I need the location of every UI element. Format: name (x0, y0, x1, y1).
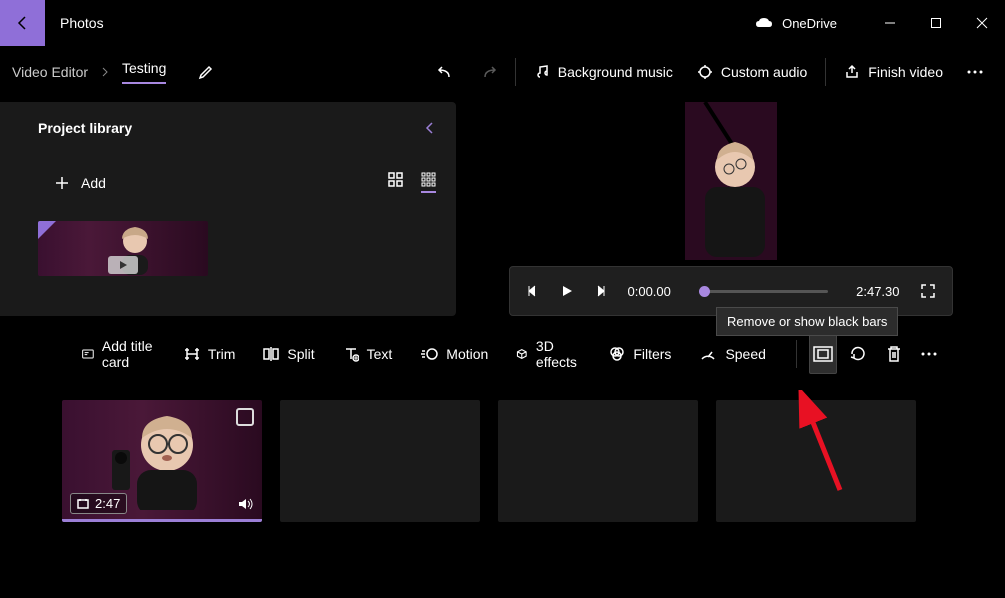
music-icon (534, 64, 550, 80)
breadcrumb: Video Editor Testing (12, 60, 214, 84)
title-card-icon (82, 347, 94, 361)
storyboard-empty-slot[interactable] (280, 400, 480, 522)
custom-audio-button[interactable]: Custom audio (687, 56, 817, 88)
onedrive-label: OneDrive (782, 16, 837, 31)
library-clip[interactable] (38, 221, 208, 276)
effects-label: 3D effects (536, 338, 581, 370)
minimize-button[interactable] (867, 0, 913, 46)
project-library-panel: Project library Add (0, 102, 456, 316)
current-time: 0:00.00 (628, 284, 671, 299)
rotate-icon (849, 345, 867, 363)
motion-icon (420, 347, 438, 361)
play-button[interactable] (560, 284, 574, 298)
speed-icon (699, 347, 717, 361)
crop-icon (813, 346, 833, 362)
filters-icon (609, 346, 625, 362)
breadcrumb-project[interactable]: Testing (122, 60, 166, 84)
progress-bar[interactable] (699, 290, 828, 293)
background-music-button[interactable]: Background music (524, 56, 683, 88)
delete-button[interactable] (880, 334, 907, 374)
audio-icon (697, 64, 713, 80)
storyboard-more-button[interactable] (916, 334, 943, 374)
bg-music-label: Background music (558, 64, 673, 80)
fullscreen-button[interactable] (920, 283, 936, 299)
trim-button[interactable]: Trim (174, 338, 245, 370)
finish-label: Finish video (868, 64, 943, 80)
storyboard-empty-slot[interactable] (498, 400, 698, 522)
split-label: Split (287, 346, 314, 362)
text-button[interactable]: Text (333, 338, 403, 370)
3d-icon (516, 346, 528, 362)
custom-audio-label: Custom audio (721, 64, 807, 80)
trim-icon (184, 346, 200, 362)
trash-icon (886, 345, 902, 363)
clip-select-checkbox[interactable] (236, 408, 254, 426)
view-large-button[interactable] (388, 172, 403, 193)
add-media-button[interactable]: Add (38, 175, 106, 191)
3d-effects-button[interactable]: 3D effects (506, 330, 591, 378)
next-frame-button[interactable] (594, 284, 608, 298)
prev-frame-button[interactable] (526, 284, 540, 298)
video-preview[interactable] (593, 102, 869, 260)
split-button[interactable]: Split (253, 338, 324, 370)
finish-video-button[interactable]: Finish video (834, 56, 953, 88)
clip-audio-icon (238, 497, 254, 511)
library-title: Project library (38, 120, 132, 136)
cloud-icon (754, 16, 774, 30)
duration-icon (77, 498, 89, 510)
chevron-right-icon (100, 67, 110, 77)
rotate-button[interactable] (845, 334, 872, 374)
video-corner-badge (38, 221, 56, 239)
trim-label: Trim (208, 346, 235, 362)
motion-button[interactable]: Motion (410, 338, 498, 370)
play-icon (108, 256, 138, 274)
total-time: 2:47.30 (856, 284, 899, 299)
add-label: Add (81, 175, 106, 191)
tooltip: Remove or show black bars (716, 307, 898, 336)
storyboard-empty-slot[interactable] (716, 400, 916, 522)
text-label: Text (367, 346, 393, 362)
filters-button[interactable]: Filters (599, 338, 681, 370)
more-button[interactable] (957, 62, 993, 82)
motion-label: Motion (446, 346, 488, 362)
redo-button (469, 55, 507, 89)
speed-label: Speed (725, 346, 765, 362)
storyboard-clip[interactable]: 2:47 (62, 400, 262, 522)
maximize-button[interactable] (913, 0, 959, 46)
app-title: Photos (45, 15, 104, 31)
export-icon (844, 64, 860, 80)
black-bars-button[interactable] (809, 334, 837, 374)
breadcrumb-root[interactable]: Video Editor (12, 64, 88, 80)
collapse-library-button[interactable] (424, 121, 436, 135)
speed-button[interactable]: Speed (689, 338, 775, 370)
preview-image (685, 102, 777, 260)
filters-label: Filters (633, 346, 671, 362)
back-button[interactable] (0, 0, 45, 46)
rename-button[interactable] (198, 64, 214, 80)
clip-duration[interactable]: 2:47 (70, 493, 127, 514)
view-small-button[interactable] (421, 172, 436, 193)
split-icon (263, 346, 279, 362)
onedrive-button[interactable]: OneDrive (754, 16, 867, 31)
title-card-label: Add title card (102, 338, 156, 370)
plus-icon (55, 176, 69, 190)
text-icon (343, 346, 359, 362)
ellipsis-icon (921, 352, 937, 356)
add-title-card-button[interactable]: Add title card (72, 330, 166, 378)
close-button[interactable] (959, 0, 1005, 46)
ellipsis-icon (967, 70, 983, 74)
undo-button[interactable] (427, 55, 465, 89)
